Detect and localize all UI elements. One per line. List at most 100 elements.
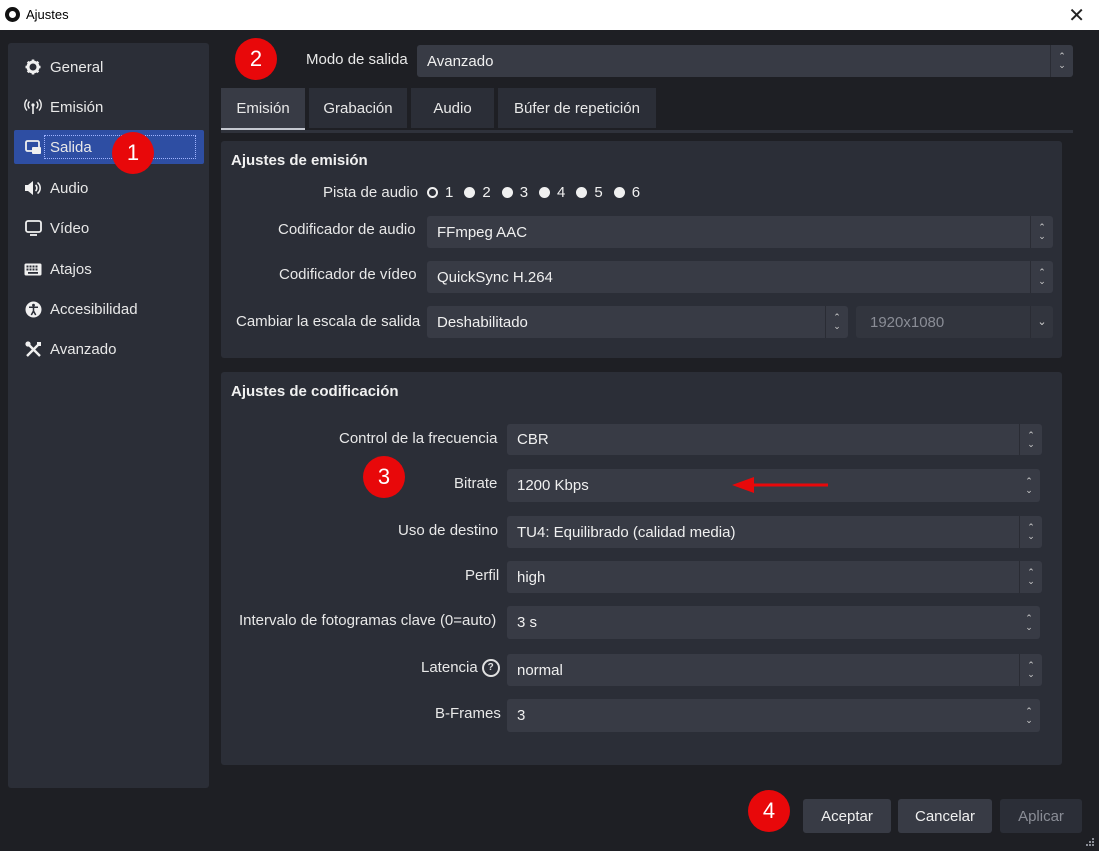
radio-label: 5 xyxy=(594,184,603,201)
radio-dot xyxy=(576,187,588,198)
rescale-value: Deshabilitado xyxy=(437,313,528,331)
updown-arrows-icon: ⌃ ⌄ xyxy=(1030,261,1053,293)
title-bar: Ajustes ✕ xyxy=(0,0,1099,30)
tab-label: Audio xyxy=(433,99,472,117)
keyframe-interval-label: Intervalo de fotogramas clave (0=auto) xyxy=(239,612,497,629)
output-icon xyxy=(24,138,42,156)
tab-label: Búfer de repetición xyxy=(514,99,640,117)
rate-control-label: Control de la frecuencia xyxy=(339,430,498,447)
latency-label: Latencia xyxy=(421,659,478,676)
video-encoder-value: QuickSync H.264 xyxy=(437,268,553,286)
rate-control-select[interactable]: CBR ⌃ ⌄ xyxy=(507,424,1042,455)
spin-arrows-icon[interactable]: ⌃ ⌄ xyxy=(1018,699,1040,732)
sidebar-item-general[interactable]: General xyxy=(14,50,204,84)
sidebar-item-accesibilidad[interactable]: Accesibilidad xyxy=(14,292,204,326)
latency-label-row: Latencia? xyxy=(421,659,500,678)
tools-icon xyxy=(24,340,42,358)
sidebar-item-atajos[interactable]: Atajos xyxy=(14,252,204,286)
audio-encoder-value: FFmpeg AAC xyxy=(437,223,528,241)
apply-button[interactable]: Aplicar xyxy=(1000,799,1082,833)
audio-track-radio-5[interactable]: 5 xyxy=(576,184,603,201)
close-icon[interactable]: ✕ xyxy=(1068,3,1085,28)
tab-bufer-repeticion[interactable]: Búfer de repetición xyxy=(498,88,656,128)
audio-track-radio-4[interactable]: 4 xyxy=(539,184,565,201)
resize-grip-icon[interactable] xyxy=(1085,837,1095,847)
rescale-select[interactable]: Deshabilitado ⌃ ⌄ xyxy=(427,306,848,338)
gear-icon xyxy=(24,58,42,76)
audio-encoder-select[interactable]: FFmpeg AAC ⌃ ⌄ xyxy=(427,216,1053,248)
step-marker-1: 1 xyxy=(112,132,154,174)
bframes-value: 3 xyxy=(517,707,526,724)
latency-select[interactable]: normal ⌃ ⌄ xyxy=(507,654,1042,686)
bframes-label: B-Frames xyxy=(435,705,501,722)
audio-track-radio-6[interactable]: 6 xyxy=(613,184,640,201)
radio-dot xyxy=(613,187,625,198)
sidebar-item-audio[interactable]: Audio xyxy=(14,171,204,205)
target-usage-label: Uso de destino xyxy=(398,522,499,539)
rescale-resolution-select: 1920x1080 ⌄ xyxy=(856,306,1053,338)
accessibility-icon xyxy=(24,300,42,318)
target-usage-select[interactable]: TU4: Equilibrado (calidad media) ⌃ ⌄ xyxy=(507,516,1042,548)
output-mode-value: Avanzado xyxy=(427,52,494,70)
video-encoder-label: Codificador de vídeo xyxy=(279,266,417,283)
radio-dot xyxy=(501,187,513,198)
tab-audio[interactable]: Audio xyxy=(411,88,494,128)
sidebar-item-label: Vídeo xyxy=(50,219,90,237)
keyframe-interval-value: 3 s xyxy=(517,614,538,631)
bitrate-label: Bitrate xyxy=(454,475,498,492)
sidebar-item-emision[interactable]: Emisión xyxy=(14,90,204,124)
updown-arrows-icon: ⌃ ⌄ xyxy=(1019,654,1042,686)
sidebar-item-label: Avanzado xyxy=(50,340,117,358)
accept-button[interactable]: Aceptar xyxy=(803,799,891,833)
updown-arrows-icon: ⌃ ⌄ xyxy=(1019,516,1042,548)
tab-label: Grabación xyxy=(323,99,393,117)
sidebar-item-label: Atajos xyxy=(50,260,92,278)
radio-label: 4 xyxy=(557,184,566,201)
broadcast-icon xyxy=(24,98,42,116)
cancel-button[interactable]: Cancelar xyxy=(898,799,992,833)
sidebar-item-avanzado[interactable]: Avanzado xyxy=(14,332,204,366)
chevron-down-icon: ⌄ xyxy=(1030,306,1053,338)
radio-label: 2 xyxy=(482,184,491,201)
sidebar-item-salida[interactable]: Salida xyxy=(14,130,204,164)
output-mode-select[interactable]: Avanzado ⌃ ⌄ xyxy=(417,45,1073,77)
sidebar-item-video[interactable]: Vídeo xyxy=(14,211,204,245)
audio-track-radio-1[interactable]: 1 xyxy=(427,184,453,201)
sidebar: General Emisión Salida Audio Vídeo Atajo… xyxy=(8,43,209,788)
profile-select[interactable]: high ⌃ ⌄ xyxy=(507,561,1042,593)
tab-grabacion[interactable]: Grabación xyxy=(309,88,407,128)
rate-control-value: CBR xyxy=(517,431,549,448)
keyframe-interval-spinbox[interactable]: 3 s ⌃ ⌄ xyxy=(507,606,1040,639)
sidebar-item-label: Audio xyxy=(50,179,89,197)
step-marker-3: 3 xyxy=(363,456,405,498)
target-usage-value: TU4: Equilibrado (calidad media) xyxy=(517,523,736,541)
profile-label: Perfil xyxy=(465,567,500,584)
tab-emision[interactable]: Emisión xyxy=(221,88,305,130)
audio-track-radio-3[interactable]: 3 xyxy=(501,184,529,201)
spin-arrows-icon[interactable]: ⌃ ⌄ xyxy=(1018,469,1040,502)
updown-arrows-icon: ⌃ ⌄ xyxy=(1050,45,1073,77)
step-marker-2: 2 xyxy=(235,38,277,80)
obs-logo-icon xyxy=(5,7,20,22)
stream-settings-title: Ajustes de emisión xyxy=(231,152,368,169)
audio-track-radio-2[interactable]: 2 xyxy=(464,184,491,201)
output-mode-label: Modo de salida xyxy=(306,51,408,68)
tab-label: Emisión xyxy=(236,99,290,117)
radio-label: 3 xyxy=(519,184,529,201)
help-icon[interactable]: ? xyxy=(481,659,500,678)
sidebar-item-label: Accesibilidad xyxy=(50,300,138,318)
step-marker-4: 4 xyxy=(748,790,790,832)
video-encoder-select[interactable]: QuickSync H.264 ⌃ ⌄ xyxy=(427,261,1053,293)
red-arrow-icon xyxy=(732,477,828,493)
sidebar-item-label: Emisión xyxy=(50,98,104,116)
updown-arrows-icon: ⌃ ⌄ xyxy=(825,306,848,338)
radio-dot xyxy=(539,187,551,198)
audio-encoder-label: Codificador de audio xyxy=(278,221,416,238)
radio-label: 1 xyxy=(445,184,454,201)
encoder-settings-title: Ajustes de codificación xyxy=(231,383,399,400)
spin-arrows-icon[interactable]: ⌃ ⌄ xyxy=(1018,606,1040,639)
sidebar-item-label: General xyxy=(50,58,104,76)
bframes-spinbox[interactable]: 3 ⌃ ⌄ xyxy=(507,699,1040,732)
updown-arrows-icon: ⌃ ⌄ xyxy=(1019,424,1042,455)
updown-arrows-icon: ⌃ ⌄ xyxy=(1030,216,1053,248)
